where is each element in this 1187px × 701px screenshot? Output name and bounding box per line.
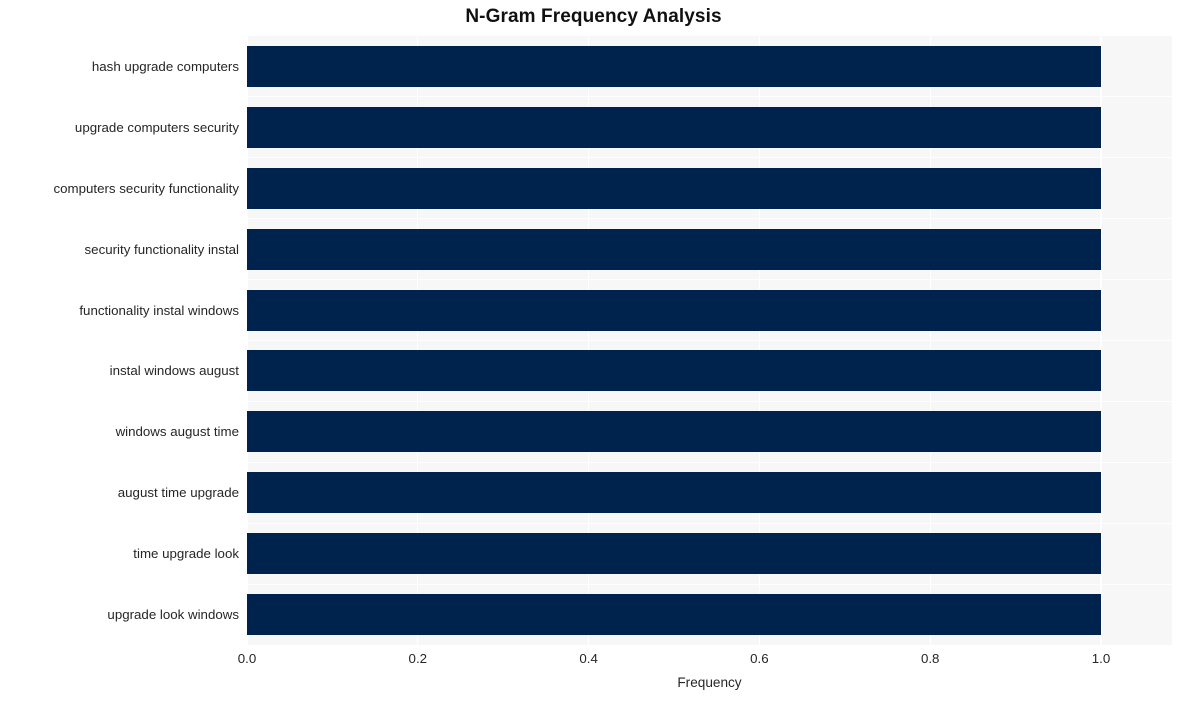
bar <box>247 167 1102 209</box>
y-axis-tick-label: upgrade computers security <box>74 119 239 135</box>
x-axis-tick-label: 0.2 <box>408 651 428 666</box>
bar <box>247 350 1102 392</box>
x-axis-tick-labels: 0.0 0.2 0.4 0.6 0.8 1.0 <box>0 651 1187 671</box>
bar <box>247 106 1102 148</box>
x-axis-title: Frequency <box>677 675 742 690</box>
y-axis-tick-label: functionality instal windows <box>79 302 239 318</box>
bar <box>247 228 1102 270</box>
x-axis-tick-label: 0.4 <box>579 651 598 666</box>
chart-figure: N-Gram Frequency Analysis hash upgrade c… <box>0 0 1187 701</box>
x-axis-tick-label: 0.6 <box>750 651 769 666</box>
x-axis-tick-label: 0.0 <box>237 651 257 666</box>
bar <box>247 289 1102 331</box>
bar <box>247 594 1102 636</box>
bar <box>247 472 1102 514</box>
y-axis-tick-label: hash upgrade computers <box>91 58 239 74</box>
y-axis-tick-label: computers security functionality <box>53 180 240 196</box>
bar <box>247 411 1102 453</box>
y-axis-tick-label: time upgrade look <box>133 546 239 562</box>
y-axis-tick-labels: hash upgrade computers upgrade computers … <box>0 36 240 645</box>
x-axis-tick-label: 0.8 <box>920 651 940 666</box>
y-axis-tick-label: security functionality instal <box>84 241 239 257</box>
y-axis-tick-label: upgrade look windows <box>107 607 239 623</box>
chart-title: N-Gram Frequency Analysis <box>465 6 722 27</box>
x-axis-tick-label: 1.0 <box>1091 651 1111 666</box>
bar <box>247 45 1102 87</box>
y-axis-tick-label: instal windows august <box>109 363 239 379</box>
y-axis-tick-label: windows august time <box>115 424 239 440</box>
bars-layer <box>247 36 1172 645</box>
bar <box>247 533 1102 575</box>
y-axis-tick-label: august time upgrade <box>117 485 239 501</box>
plot-area <box>246 36 1172 645</box>
